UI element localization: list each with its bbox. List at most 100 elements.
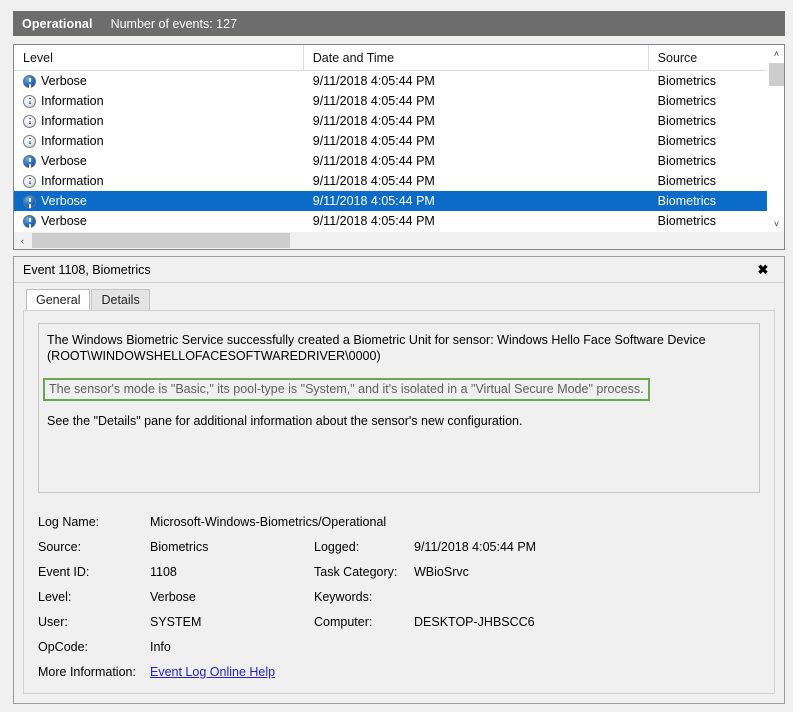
row-source-cell: Biometrics — [649, 151, 767, 171]
information-icon — [23, 175, 36, 188]
table-row[interactable]: Information 9/11/2018 4:05:44 PM Biometr… — [14, 171, 767, 191]
event-fields-grid: Log Name: Microsoft-Windows-Biometrics/O… — [38, 509, 760, 684]
level-field-label: Level: — [38, 590, 150, 604]
event-log-online-help-link[interactable]: Event Log Online Help — [150, 665, 275, 679]
event-list-rows: Verbose 9/11/2018 4:05:44 PM Biometrics … — [14, 71, 767, 231]
log-name-field-label: Log Name: — [38, 515, 150, 529]
event-list[interactable]: Level Date and Time Source Verbose 9/11/… — [13, 44, 785, 250]
row-datetime-cell: 9/11/2018 4:05:44 PM — [304, 111, 649, 131]
field-row-user-computer: User: SYSTEM Computer: DESKTOP-JHBSCC6 — [38, 609, 760, 634]
event-detail-header: Event 1108, Biometrics ✖ — [14, 257, 784, 283]
row-level-text: Verbose — [41, 214, 87, 228]
user-field-label: User: — [38, 615, 150, 629]
row-datetime-cell: 9/11/2018 4:05:44 PM — [304, 131, 649, 151]
row-level-cell: Verbose — [14, 151, 304, 171]
row-level-cell: Information — [14, 171, 304, 191]
information-icon — [23, 95, 36, 108]
event-count-label: Number of events: 127 — [111, 17, 237, 31]
verbose-icon — [23, 215, 36, 228]
row-source-cell: Biometrics — [649, 71, 767, 91]
task-category-field-value: WBioSrvc — [414, 565, 760, 579]
row-level-text: Verbose — [41, 74, 87, 88]
keywords-field-label: Keywords: — [314, 590, 414, 604]
field-row-level-keywords: Level: Verbose Keywords: — [38, 584, 760, 609]
field-row-opcode: OpCode: Info — [38, 634, 760, 659]
log-name-field-value: Microsoft-Windows-Biometrics/Operational — [150, 515, 760, 529]
event-message-box[interactable]: The Windows Biometric Service successful… — [38, 323, 760, 493]
row-source-cell: Biometrics — [649, 91, 767, 111]
opcode-field-label: OpCode: — [38, 640, 150, 654]
information-icon — [23, 115, 36, 128]
computer-field-label: Computer: — [314, 615, 414, 629]
row-level-text: Information — [41, 94, 104, 108]
row-level-text: Information — [41, 174, 104, 188]
row-datetime-cell: 9/11/2018 4:05:44 PM — [304, 171, 649, 191]
row-level-cell: Verbose — [14, 191, 304, 211]
field-row-more-information: More Information: Event Log Online Help — [38, 659, 760, 684]
event-list-horizontal-scrollbar[interactable]: ‹ › — [14, 232, 767, 249]
field-row-log-name: Log Name: Microsoft-Windows-Biometrics/O… — [38, 509, 760, 534]
tab-general[interactable]: General — [26, 289, 90, 310]
event-viewer-pane: Operational Number of events: 127 Level … — [0, 0, 793, 712]
task-category-field-label: Task Category: — [314, 565, 414, 579]
row-source-cell: Biometrics — [649, 171, 767, 191]
logged-field-label: Logged: — [314, 540, 414, 554]
source-field-value: Biometrics — [150, 540, 314, 554]
row-source-cell: Biometrics — [649, 191, 767, 211]
event-detail-title: Event 1108, Biometrics — [23, 263, 754, 277]
scroll-down-icon[interactable]: ˅ — [768, 215, 785, 232]
event-detail-pane: Event 1108, Biometrics ✖ General Details… — [13, 256, 785, 704]
event-list-vertical-scrollbar[interactable]: ˄ ˅ — [767, 45, 784, 232]
row-level-cell: Information — [14, 111, 304, 131]
scrollbar-corner — [767, 232, 784, 249]
column-header-source[interactable]: Source — [649, 45, 767, 70]
row-datetime-cell: 9/11/2018 4:05:44 PM — [304, 151, 649, 171]
table-row[interactable]: Verbose 9/11/2018 4:05:44 PM Biometrics — [14, 71, 767, 91]
verbose-icon — [23, 155, 36, 168]
field-row-event-id-task-category: Event ID: 1108 Task Category: WBioSrvc — [38, 559, 760, 584]
log-header-bar: Operational Number of events: 127 — [13, 11, 785, 36]
detail-tabs: General Details — [26, 288, 151, 310]
row-level-cell: Information — [14, 131, 304, 151]
verbose-icon — [23, 195, 36, 208]
level-field-value: Verbose — [150, 590, 314, 604]
scroll-left-icon[interactable]: ‹ — [14, 232, 31, 249]
column-header-date-and-time[interactable]: Date and Time — [304, 45, 649, 70]
log-name-label: Operational — [22, 17, 93, 31]
event-list-viewport: Level Date and Time Source Verbose 9/11/… — [14, 45, 767, 232]
row-level-text: Information — [41, 114, 104, 128]
information-icon — [23, 135, 36, 148]
row-level-text: Verbose — [41, 154, 87, 168]
table-row[interactable]: Verbose 9/11/2018 4:05:44 PM Biometrics — [14, 211, 767, 231]
tab-details[interactable]: Details — [91, 289, 149, 310]
row-source-cell: Biometrics — [649, 211, 767, 231]
verbose-icon — [23, 75, 36, 88]
row-level-text: Information — [41, 134, 104, 148]
vertical-scroll-thumb[interactable] — [769, 63, 784, 86]
row-source-cell: Biometrics — [649, 111, 767, 131]
row-level-cell: Verbose — [14, 211, 304, 231]
detail-tab-content: The Windows Biometric Service successful… — [23, 310, 775, 694]
horizontal-scroll-thumb[interactable] — [32, 233, 290, 248]
opcode-field-value: Info — [150, 640, 314, 654]
row-datetime-cell: 9/11/2018 4:05:44 PM — [304, 91, 649, 111]
event-list-header-row: Level Date and Time Source — [14, 45, 767, 71]
table-row[interactable]: Information 9/11/2018 4:05:44 PM Biometr… — [14, 91, 767, 111]
event-message-paragraph-2-highlighted: The sensor's mode is "Basic," its pool-t… — [43, 378, 650, 401]
row-level-cell: Information — [14, 91, 304, 111]
table-row-selected[interactable]: Verbose 9/11/2018 4:05:44 PM Biometrics — [14, 191, 767, 211]
table-row[interactable]: Information 9/11/2018 4:05:44 PM Biometr… — [14, 131, 767, 151]
more-information-field-label: More Information: — [38, 665, 150, 679]
event-id-field-label: Event ID: — [38, 565, 150, 579]
column-header-level[interactable]: Level — [14, 45, 304, 70]
table-row[interactable]: Information 9/11/2018 4:05:44 PM Biometr… — [14, 111, 767, 131]
computer-field-value: DESKTOP-JHBSCC6 — [414, 615, 760, 629]
row-datetime-cell: 9/11/2018 4:05:44 PM — [304, 71, 649, 91]
scroll-up-icon[interactable]: ˄ — [768, 45, 785, 62]
source-field-label: Source: — [38, 540, 150, 554]
event-id-field-value: 1108 — [150, 565, 314, 579]
logged-field-value: 9/11/2018 4:05:44 PM — [414, 540, 760, 554]
user-field-value: SYSTEM — [150, 615, 314, 629]
close-icon[interactable]: ✖ — [754, 261, 772, 279]
table-row[interactable]: Verbose 9/11/2018 4:05:44 PM Biometrics — [14, 151, 767, 171]
